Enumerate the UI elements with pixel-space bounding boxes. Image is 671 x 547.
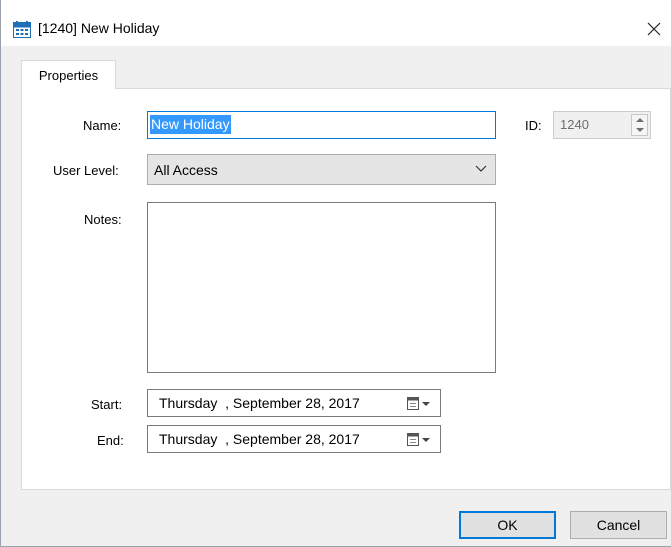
start-date-value: Thursday , September 28, 2017 <box>159 395 360 411</box>
user-level-label: User Level: <box>53 163 119 178</box>
notes-label: Notes: <box>84 212 122 227</box>
chevron-down-icon <box>475 165 487 172</box>
start-date-picker[interactable]: Thursday , September 28, 2017 <box>147 389 441 417</box>
end-date-value: Thursday , September 28, 2017 <box>159 431 360 447</box>
end-date-picker[interactable]: Thursday , September 28, 2017 <box>147 425 441 453</box>
spinner-arrows-icon <box>631 114 648 136</box>
ok-button[interactable]: OK <box>459 511 556 539</box>
user-level-value: All Access <box>154 162 218 178</box>
window-title: [1240] New Holiday <box>38 20 160 36</box>
close-button[interactable] <box>637 12 671 46</box>
notes-textarea[interactable] <box>147 202 496 373</box>
start-label: Start: <box>91 397 123 412</box>
tab-properties[interactable]: Properties <box>21 60 116 89</box>
calendar-icon <box>13 21 31 38</box>
end-label: End: <box>97 433 124 448</box>
cancel-button[interactable]: Cancel <box>570 511 667 539</box>
name-label: Name: <box>83 118 122 133</box>
close-icon <box>647 22 661 36</box>
id-value: 1240 <box>560 117 589 132</box>
calendar-dropdown-icon[interactable] <box>406 396 432 412</box>
title-bar: [1240] New Holiday <box>1 0 671 46</box>
id-label: ID: <box>525 118 542 133</box>
id-spinner: 1240 <box>553 111 651 139</box>
name-input[interactable] <box>147 111 496 139</box>
user-level-select[interactable]: All Access <box>147 154 496 185</box>
new-holiday-dialog: [1240] New Holiday Properties Name: New … <box>0 0 671 547</box>
calendar-dropdown-icon[interactable] <box>406 432 432 448</box>
